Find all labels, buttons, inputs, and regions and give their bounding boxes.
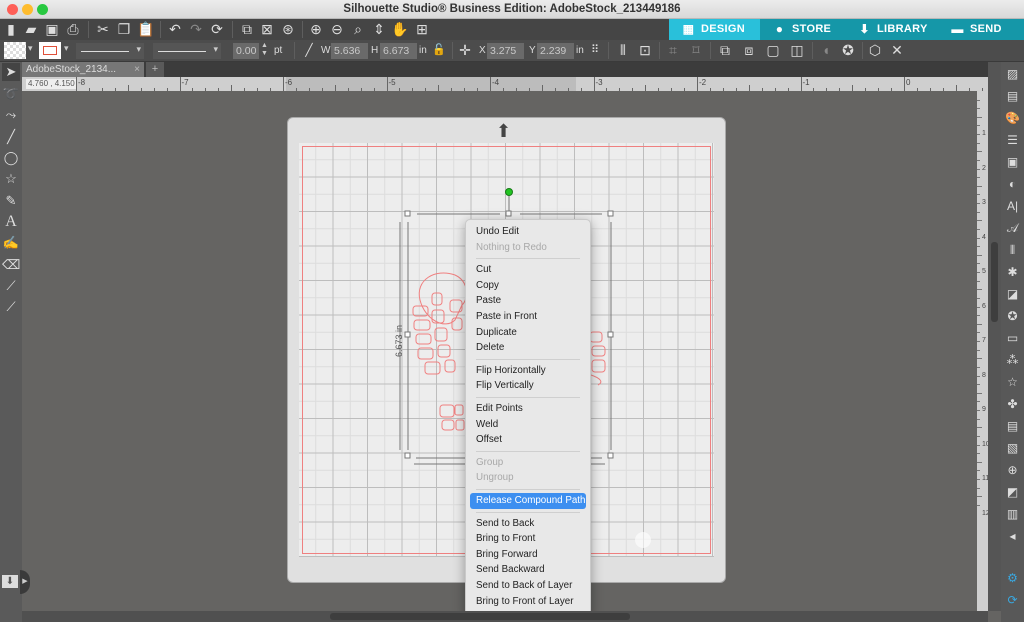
menu-item-send-backward[interactable]: Send Backward (470, 562, 586, 578)
horizontal-scrollbar[interactable] (22, 611, 988, 622)
menu-item-bring-to-front-of-layer[interactable]: Bring to Front of Layer (470, 594, 586, 610)
resize-handle (404, 452, 411, 459)
menu-item-paste[interactable]: Paste (470, 293, 586, 309)
menu-separator (476, 358, 580, 360)
menu-item-copy[interactable]: Copy (470, 278, 586, 294)
silhouette-watermark-icon (635, 532, 651, 548)
menu-separator (476, 511, 580, 513)
menu-item-paste-in-front[interactable]: Paste in Front (470, 309, 586, 325)
menu-item-group: Group (476, 456, 504, 468)
menu-item-send-to-back[interactable]: Send to Back (470, 516, 586, 532)
menu-item-edit-points[interactable]: Edit Points (470, 401, 586, 417)
menu-item-send-to-back-of-layer[interactable]: Send to Back of Layer (470, 578, 586, 594)
menu-item-duplicate[interactable]: Duplicate (470, 325, 586, 341)
resize-handle (607, 210, 614, 217)
context-menu: Undo Edit Nothing to Redo Cut Copy Paste Past… (465, 219, 591, 617)
menu-item-cut[interactable]: Cut (470, 262, 586, 278)
menu-item-undo-edit[interactable]: Undo Edit (470, 224, 586, 240)
horizontal-scroll-thumb[interactable] (330, 613, 630, 620)
menu-item-weld[interactable]: Weld (470, 417, 586, 433)
menu-item-flip-vertically[interactable]: Flip Vertically (470, 378, 586, 394)
resize-handle (505, 210, 512, 217)
menu-separator (476, 489, 580, 490)
menu-item-flip-horizontally[interactable]: Flip Horizontally (470, 363, 586, 379)
menu-item-delete[interactable]: Delete (470, 340, 586, 356)
menu-item-release-compound-path[interactable]: Release Compound Path (470, 493, 586, 509)
menu-item-ungroup: Ungroup (476, 472, 514, 484)
menu-separator (476, 258, 580, 260)
menu-item-offset[interactable]: Offset (470, 432, 586, 448)
menu-separator (476, 397, 580, 398)
resize-handle (404, 210, 411, 217)
menu-item-nothing-to-redo: Nothing to Redo (476, 241, 547, 253)
menu-item-bring-to-front[interactable]: Bring to Front (470, 531, 586, 547)
resize-handle (607, 452, 614, 459)
height-dimension-label: 6.673 in (394, 325, 404, 357)
rotate-handle[interactable] (505, 188, 513, 196)
resize-handle (607, 331, 614, 338)
menu-separator (476, 450, 580, 452)
resize-handle (404, 331, 411, 338)
menu-item-bring-forward[interactable]: Bring Forward (470, 547, 586, 563)
